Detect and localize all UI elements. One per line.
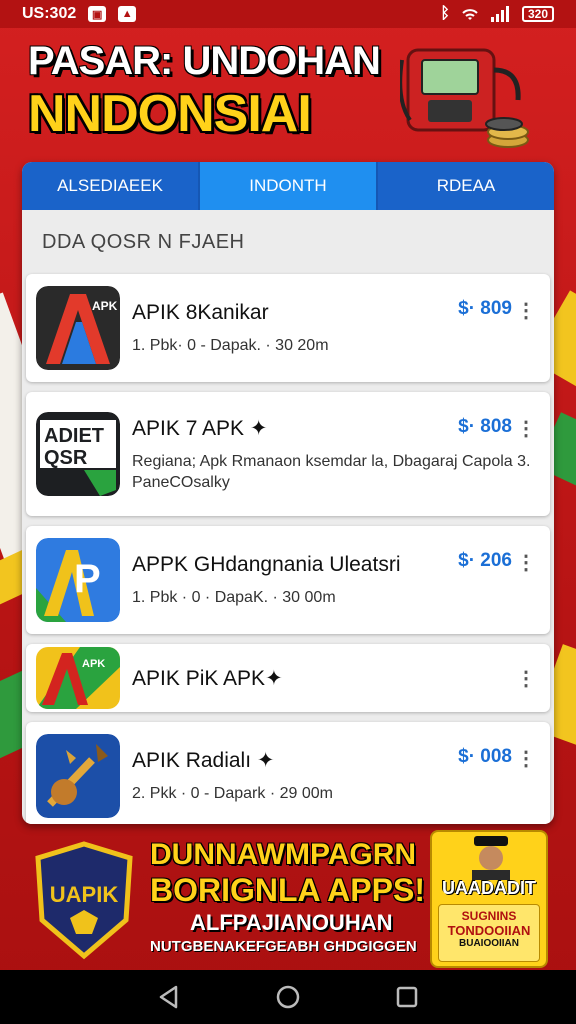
promo-line2: TONDOOIIAN [447,923,531,938]
home-button[interactable] [268,977,308,1017]
app-meta: Regiana; Apk Rmanaon ksemdar la, Dbagara… [132,452,531,491]
header-title-line2: NNDONSIAI [28,85,312,143]
app-icon [36,734,120,818]
photo-icon: ▲ [118,6,137,22]
promo-label-box: SUGNINS TONDOOIIAN BUAIOOIIAN [438,904,540,962]
svg-text:ADIET: ADIET [44,425,104,447]
list-item[interactable]: APIK Radialı ✦ 2. Pkk · 0 - Dapark · 29 … [26,722,550,824]
svg-text:QSR: QSR [44,447,88,469]
main-panel: ALSEDIAEEK INDONTH RDEAA DDA QOSR N FJAE… [22,162,554,824]
app-icon: APK [36,647,120,709]
list-item[interactable]: APK APIK 8Kanikar 1. Pbk· 0 - Dapak. · 3… [26,274,550,382]
header-title-line1: PASAR: UNDOHAN [28,39,381,83]
promo-banner[interactable]: UAPIK DUNNAWMPAGRN BORIGNLA APPS! ALFPAJ… [0,826,576,970]
banner-line2: BORIGNLA APPS! [150,872,425,908]
more-options-icon[interactable]: ⋮ [516,416,536,441]
more-options-icon[interactable]: ⋮ [516,666,536,691]
shield-badge-icon: UAPIK [35,841,133,960]
banner-line3: ALFPAJIANOUHAN [190,910,393,935]
tab-rdeaa[interactable]: RDEAA [378,162,554,210]
list-item[interactable]: P APPK GHdangnania Uleatsri 1. Pbk · 0 ·… [26,526,550,634]
promo-line1: SUGNINS [461,909,517,923]
section-title: DDA QOSR N FJAEH [42,230,245,253]
app-meta: 2. Pkk · 0 - Dapark · 29 00m [132,785,333,802]
navigation-bar [0,970,576,1024]
app-icon: ADIET QSR [36,412,120,496]
app-price: $· 206 [458,550,512,571]
tab-alsediaeek[interactable]: ALSEDIAEEK [22,162,198,210]
app-price: $· 808 [458,416,512,437]
promo-box[interactable]: UAADADIT SUGNINS TONDOOIIAN BUAIOOIIAN [430,830,548,968]
app-price: $· 809 [458,298,512,319]
back-button[interactable] [149,977,189,1017]
home-icon [276,985,300,1009]
app-meta: 1. Pbk· 0 - Dapak. · 30 20m [132,336,329,354]
list-item[interactable]: ADIET QSR APIK 7 APK ✦ Regiana; Apk Rman… [26,392,550,516]
svg-text:P: P [74,557,101,601]
payment-terminal-icon [400,48,529,148]
promo-title: UAADADIT [442,878,536,898]
recents-button[interactable] [387,977,427,1017]
tab-bar: ALSEDIAEEK INDONTH RDEAA [22,162,554,210]
more-options-icon[interactable]: ⋮ [516,298,536,323]
page-header: PASAR: UNDOHAN NNDONSIAI [28,38,388,144]
app-meta: 1. Pbk · 0 · DapaK. · 30 00m [132,588,336,606]
list-item[interactable]: APK APIK PiK APK✦ ⋮ [26,644,550,712]
app-icon-label: APK [92,299,118,313]
app-icon: P [36,538,120,622]
app-price: $· 008 [458,746,512,767]
officer-avatar-icon [472,836,510,880]
notification-icon: ▣ [88,6,107,22]
more-options-icon[interactable]: ⋮ [516,746,536,771]
tab-indonth[interactable]: INDONTH [198,162,378,210]
badge-text: UAPIK [50,882,119,907]
promo-line3: BUAIOOIIAN [459,938,519,949]
more-options-icon[interactable]: ⋮ [516,550,536,575]
status-time: US:302 [22,5,77,22]
wifi-icon [462,9,478,20]
app-list: APK APIK 8Kanikar 1. Pbk· 0 - Dapak. · 3… [22,274,554,824]
signal-icon [490,6,509,22]
battery-icon: 320 [521,6,554,22]
bluetooth-icon: ᛒ [440,5,450,22]
app-icon-label: APK [82,658,105,670]
recents-icon [396,986,417,1008]
status-bar: US:302 ▣ ▲ ᛒ 320 [0,0,576,28]
banner-line4: NUTGBENAKEFGEABH GHDGIGGEN [150,938,417,955]
back-icon [160,985,178,1009]
app-icon: APK [36,286,120,370]
app-name: APIK PiK APK✦ [132,666,283,690]
banner-line1: DUNNAWMPAGRN [150,838,417,871]
